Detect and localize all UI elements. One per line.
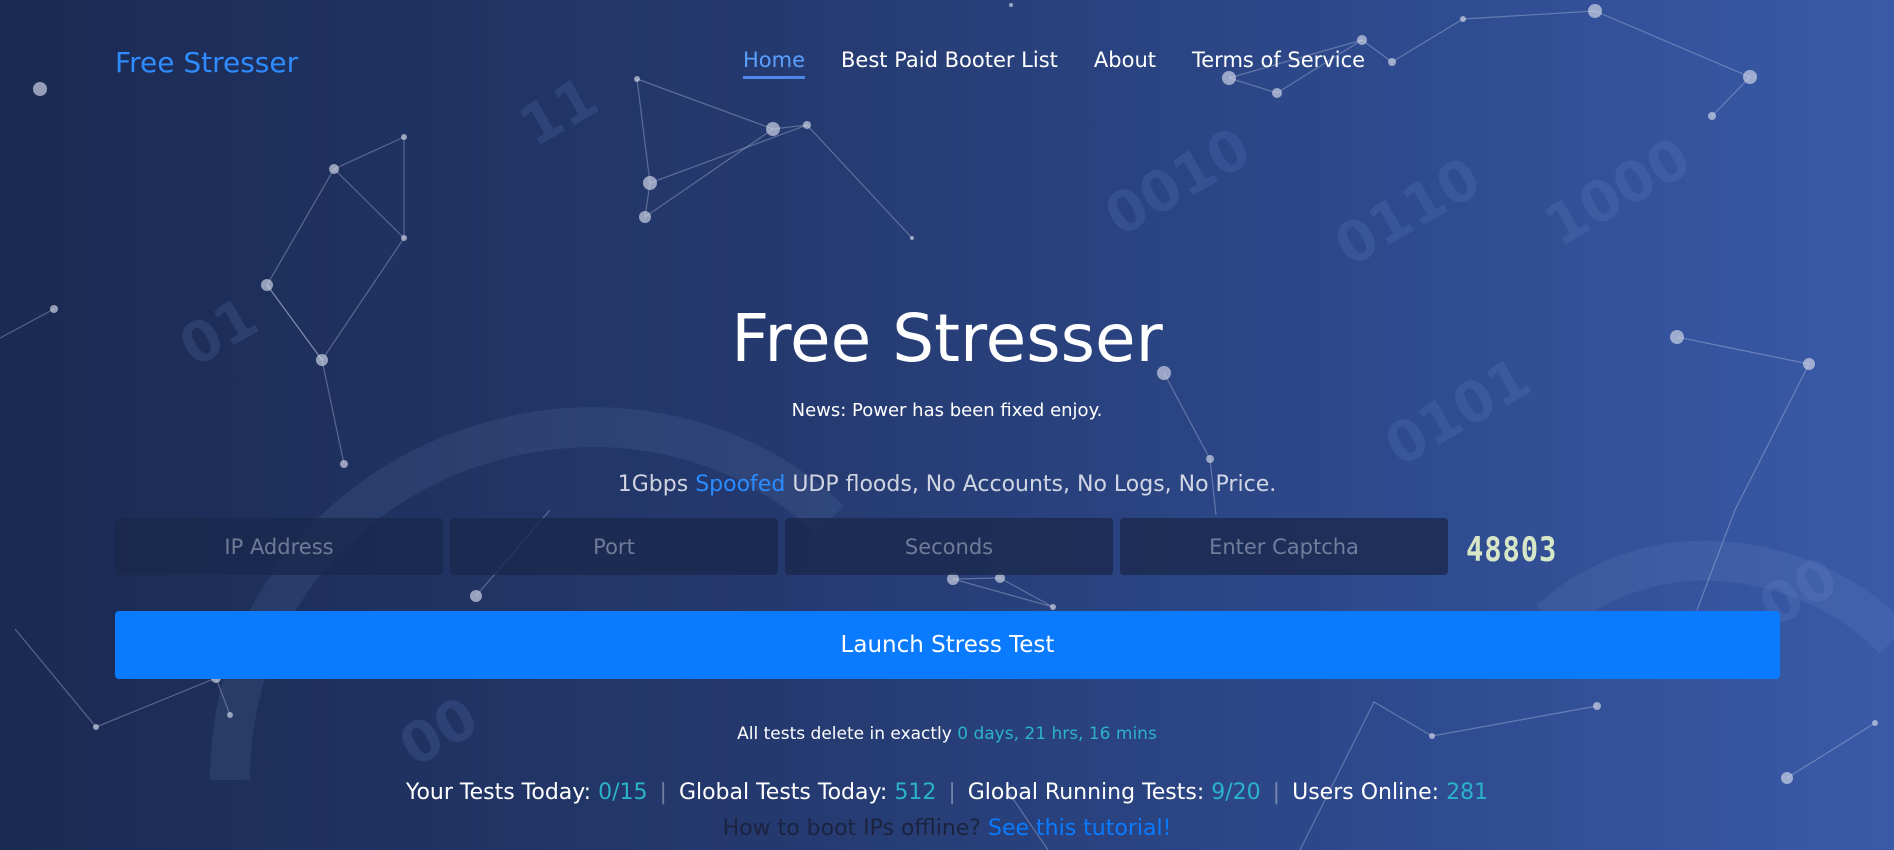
running-tests-value: 9/20 xyxy=(1211,780,1261,805)
delete-countdown: All tests delete in exactly 0 days, 21 h… xyxy=(0,724,1894,744)
nav-about[interactable]: About xyxy=(1094,48,1156,79)
delete-countdown-value: 0 days, 21 hrs, 16 mins xyxy=(957,724,1157,744)
your-tests-label: Your Tests Today: xyxy=(405,780,592,805)
launch-stress-test-button[interactable]: Launch Stress Test xyxy=(115,611,1780,679)
running-tests-label: Global Running Tests: xyxy=(967,780,1205,805)
nav-links: Home Best Paid Booter List About Terms o… xyxy=(743,48,1365,79)
stats-separator: | xyxy=(659,780,667,805)
captcha-image: 48803 xyxy=(1466,530,1558,570)
page-title: Free Stresser xyxy=(731,300,1163,377)
tutorial-link[interactable]: See this tutorial! xyxy=(988,816,1171,841)
stats-separator: | xyxy=(1272,780,1281,805)
users-online-label: Users Online: xyxy=(1292,780,1440,805)
navbar: Free Stresser Home Best Paid Booter List… xyxy=(0,0,1894,120)
stats-separator: | xyxy=(948,780,956,805)
tagline-highlight: Spoofed xyxy=(695,472,786,497)
page: Free Stresser Home Best Paid Booter List… xyxy=(0,0,1894,850)
tutorial-label: How to boot IPs offline? xyxy=(722,816,981,841)
global-tests-value: 512 xyxy=(894,780,937,805)
global-tests-label: Global Tests Today: xyxy=(678,780,888,805)
stats-bar: Your Tests Today: 0/15 | Global Tests Toda… xyxy=(0,780,1894,805)
captcha-input[interactable] xyxy=(1120,518,1448,575)
port-input[interactable] xyxy=(450,518,778,575)
news-text: News: Power has been fixed enjoy. xyxy=(791,400,1103,421)
tagline-post: UDP floods, No Accounts, No Logs, No Pri… xyxy=(792,472,1277,497)
ip-address-input[interactable] xyxy=(115,518,443,575)
brand-logo[interactable]: Free Stresser xyxy=(115,46,298,79)
nav-best-paid-booter-list[interactable]: Best Paid Booter List xyxy=(841,48,1058,79)
attack-form xyxy=(115,518,1448,575)
users-online-value: 281 xyxy=(1446,780,1489,805)
nav-terms-of-service[interactable]: Terms of Service xyxy=(1192,48,1365,79)
tutorial-line: How to boot IPs offline? See this tutori… xyxy=(0,816,1894,841)
your-tests-value: 0/15 xyxy=(598,780,648,805)
tagline-pre: 1Gbps xyxy=(617,472,689,497)
delete-label: All tests delete in exactly xyxy=(737,724,952,744)
tagline: 1Gbps Spoofed UDP floods, No Accounts, N… xyxy=(0,472,1894,497)
nav-home[interactable]: Home xyxy=(743,48,806,79)
seconds-input[interactable] xyxy=(785,518,1113,575)
